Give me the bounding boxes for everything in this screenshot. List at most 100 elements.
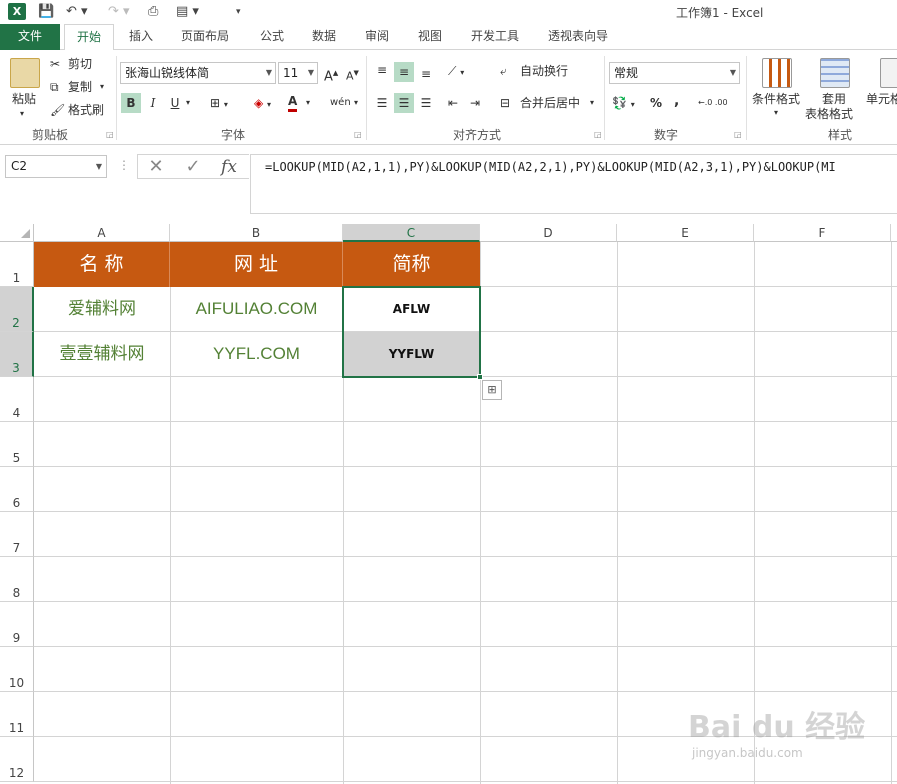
cell-a3[interactable]: 壹壹辅料网 [34,332,170,376]
copy-button[interactable]: 复制 [68,78,92,96]
row-header-8[interactable]: 8 [0,557,34,602]
column-header-c[interactable]: C [343,224,480,242]
column-header-e[interactable]: E [617,224,754,242]
alignment-launcher-icon[interactable]: ◲ [594,130,602,139]
number-format-box[interactable]: 常规 ▼ [609,62,740,84]
align-right-icon[interactable]: ☰ [416,93,436,113]
align-middle-icon[interactable]: ≡ [394,62,414,82]
increase-indent-icon[interactable]: ⇥ [470,94,480,112]
tab-review[interactable]: 审阅 [365,24,389,50]
paste-icon[interactable] [10,58,40,88]
align-left-icon[interactable]: ☰ [372,93,392,113]
comma-button[interactable]: , [674,92,679,110]
align-top-icon[interactable]: ≡ [372,60,392,80]
row-header-4[interactable]: 4 [0,377,34,422]
align-center-icon[interactable]: ☰ [394,93,414,113]
decrease-indent-icon[interactable]: ⇤ [448,94,458,112]
tab-insert[interactable]: 插入 [129,24,153,50]
number-launcher-icon[interactable]: ◲ [734,130,742,139]
phonetic-dropdown-icon[interactable]: ▾ [354,94,358,112]
conditional-format-icon[interactable] [762,58,792,88]
cell-c1[interactable]: 简称 [343,242,480,287]
column-header-a[interactable]: A [34,224,170,242]
copy-dropdown-icon[interactable]: ▾ [100,78,104,96]
column-header-f[interactable]: F [754,224,891,242]
paste-dropdown-icon[interactable]: ▾ [20,105,24,123]
column-header-b[interactable]: B [170,224,343,242]
borders-icon[interactable]: ⊞ ▾ [210,94,228,114]
decrease-font-icon[interactable]: A▼ [346,64,359,86]
merge-center-button[interactable]: 合并后居中 [520,94,580,112]
tab-view[interactable]: 视图 [418,24,442,50]
cell-a2[interactable]: 爱辅料网 [34,287,170,331]
underline-dropdown-icon[interactable]: ▾ [186,94,190,112]
font-name-box[interactable]: 张海山锐线体简 ▼ [120,62,276,84]
tab-pivot-wizard[interactable]: 透视表向导 [548,24,608,50]
row-header-1[interactable]: 1 [0,242,34,287]
row-header-9[interactable]: 9 [0,602,34,647]
row-header-10[interactable]: 10 [0,647,34,692]
cell-b3[interactable]: YYFL.COM [170,332,343,376]
row-header-3[interactable]: 3 [0,332,34,377]
row-header-2[interactable]: 2 [0,287,34,332]
cut-icon[interactable]: ✂ [50,55,60,73]
merge-center-icon[interactable]: ⊟ [500,94,510,112]
column-header-d[interactable]: D [480,224,617,242]
tab-formulas[interactable]: 公式 [260,24,284,50]
cell-b2[interactable]: AIFULIAO.COM [170,287,343,331]
undo-icon[interactable]: ↶ ▾ [66,3,88,21]
percent-button[interactable]: % [650,94,662,112]
cancel-icon[interactable]: ✕ [141,157,171,177]
print-preview-icon[interactable]: ⎙ [148,3,158,21]
tab-file[interactable]: 文件 [0,24,60,50]
wrap-text-button[interactable]: 自动换行 [520,62,568,80]
copy-icon[interactable]: ⧉ [50,78,59,96]
conditional-dropdown-icon[interactable]: ▾ [774,104,778,122]
column-header-g[interactable] [891,224,897,242]
quick-access-extra-icon[interactable]: ▤ ▾ [176,3,199,21]
save-icon[interactable]: 💾 [38,3,54,21]
wrap-text-icon[interactable]: ⤶ [500,62,507,80]
cut-button[interactable]: 剪切 [68,55,92,73]
tab-data[interactable]: 数据 [312,24,336,50]
tab-developer[interactable]: 开发工具 [471,24,519,50]
cell-b1[interactable]: 网 址 [170,242,343,287]
currency-icon[interactable]: 💱 ▾ [612,94,635,114]
cell-styles-button[interactable]: 单元格 [866,90,897,108]
font-launcher-icon[interactable]: ◲ [354,130,362,139]
align-bottom-icon[interactable]: ≡ [416,64,436,84]
table-format-button[interactable]: 表格格式 [805,105,853,123]
row-header-12[interactable]: 12 [0,737,34,782]
format-painter-button[interactable]: 格式刷 [68,101,104,119]
cell-a1[interactable]: 名 称 [34,242,170,287]
phonetic-button[interactable]: wén [330,94,351,112]
orientation-icon[interactable]: ⟋ ▾ [448,62,464,82]
quick-analysis-icon[interactable]: ⊞ [482,380,502,400]
enter-icon[interactable]: ✓ [178,157,208,177]
font-size-box[interactable]: 11 ▼ [278,62,318,84]
cell-styles-icon[interactable] [880,58,897,88]
customize-toolbar-icon[interactable]: ▾ [236,3,241,21]
row-header-11[interactable]: 11 [0,692,34,737]
select-all-button[interactable] [0,224,34,242]
merge-dropdown-icon[interactable]: ▾ [590,94,594,112]
underline-button[interactable]: U [165,93,185,113]
font-color-button[interactable]: A [288,94,298,112]
format-painter-icon[interactable]: 🖌 [50,101,65,119]
font-color-dropdown-icon[interactable]: ▾ [306,94,310,112]
bold-button[interactable]: B [121,93,141,113]
row-header-6[interactable]: 6 [0,467,34,512]
insert-function-button[interactable]: fx [214,157,244,177]
table-format-icon[interactable] [820,58,850,88]
worksheet-grid[interactable]: A B C D E F 1 2 3 4 5 6 7 8 9 10 11 12 名… [0,224,897,784]
increase-font-icon[interactable]: A▲ [324,64,338,86]
tab-home[interactable]: 开始 [64,24,114,51]
redo-icon[interactable]: ↷ ▾ [108,3,130,21]
italic-button[interactable]: I [143,93,163,113]
formula-input[interactable]: =LOOKUP(MID(A2,1,1),PY)&LOOKUP(MID(A2,2,… [250,154,897,214]
increase-decimal-button[interactable]: ←.0 .00 [698,94,728,112]
name-box[interactable]: C2 ▼ [5,155,107,178]
tab-page-layout[interactable]: 页面布局 [181,24,229,50]
row-header-5[interactable]: 5 [0,422,34,467]
row-header-7[interactable]: 7 [0,512,34,557]
